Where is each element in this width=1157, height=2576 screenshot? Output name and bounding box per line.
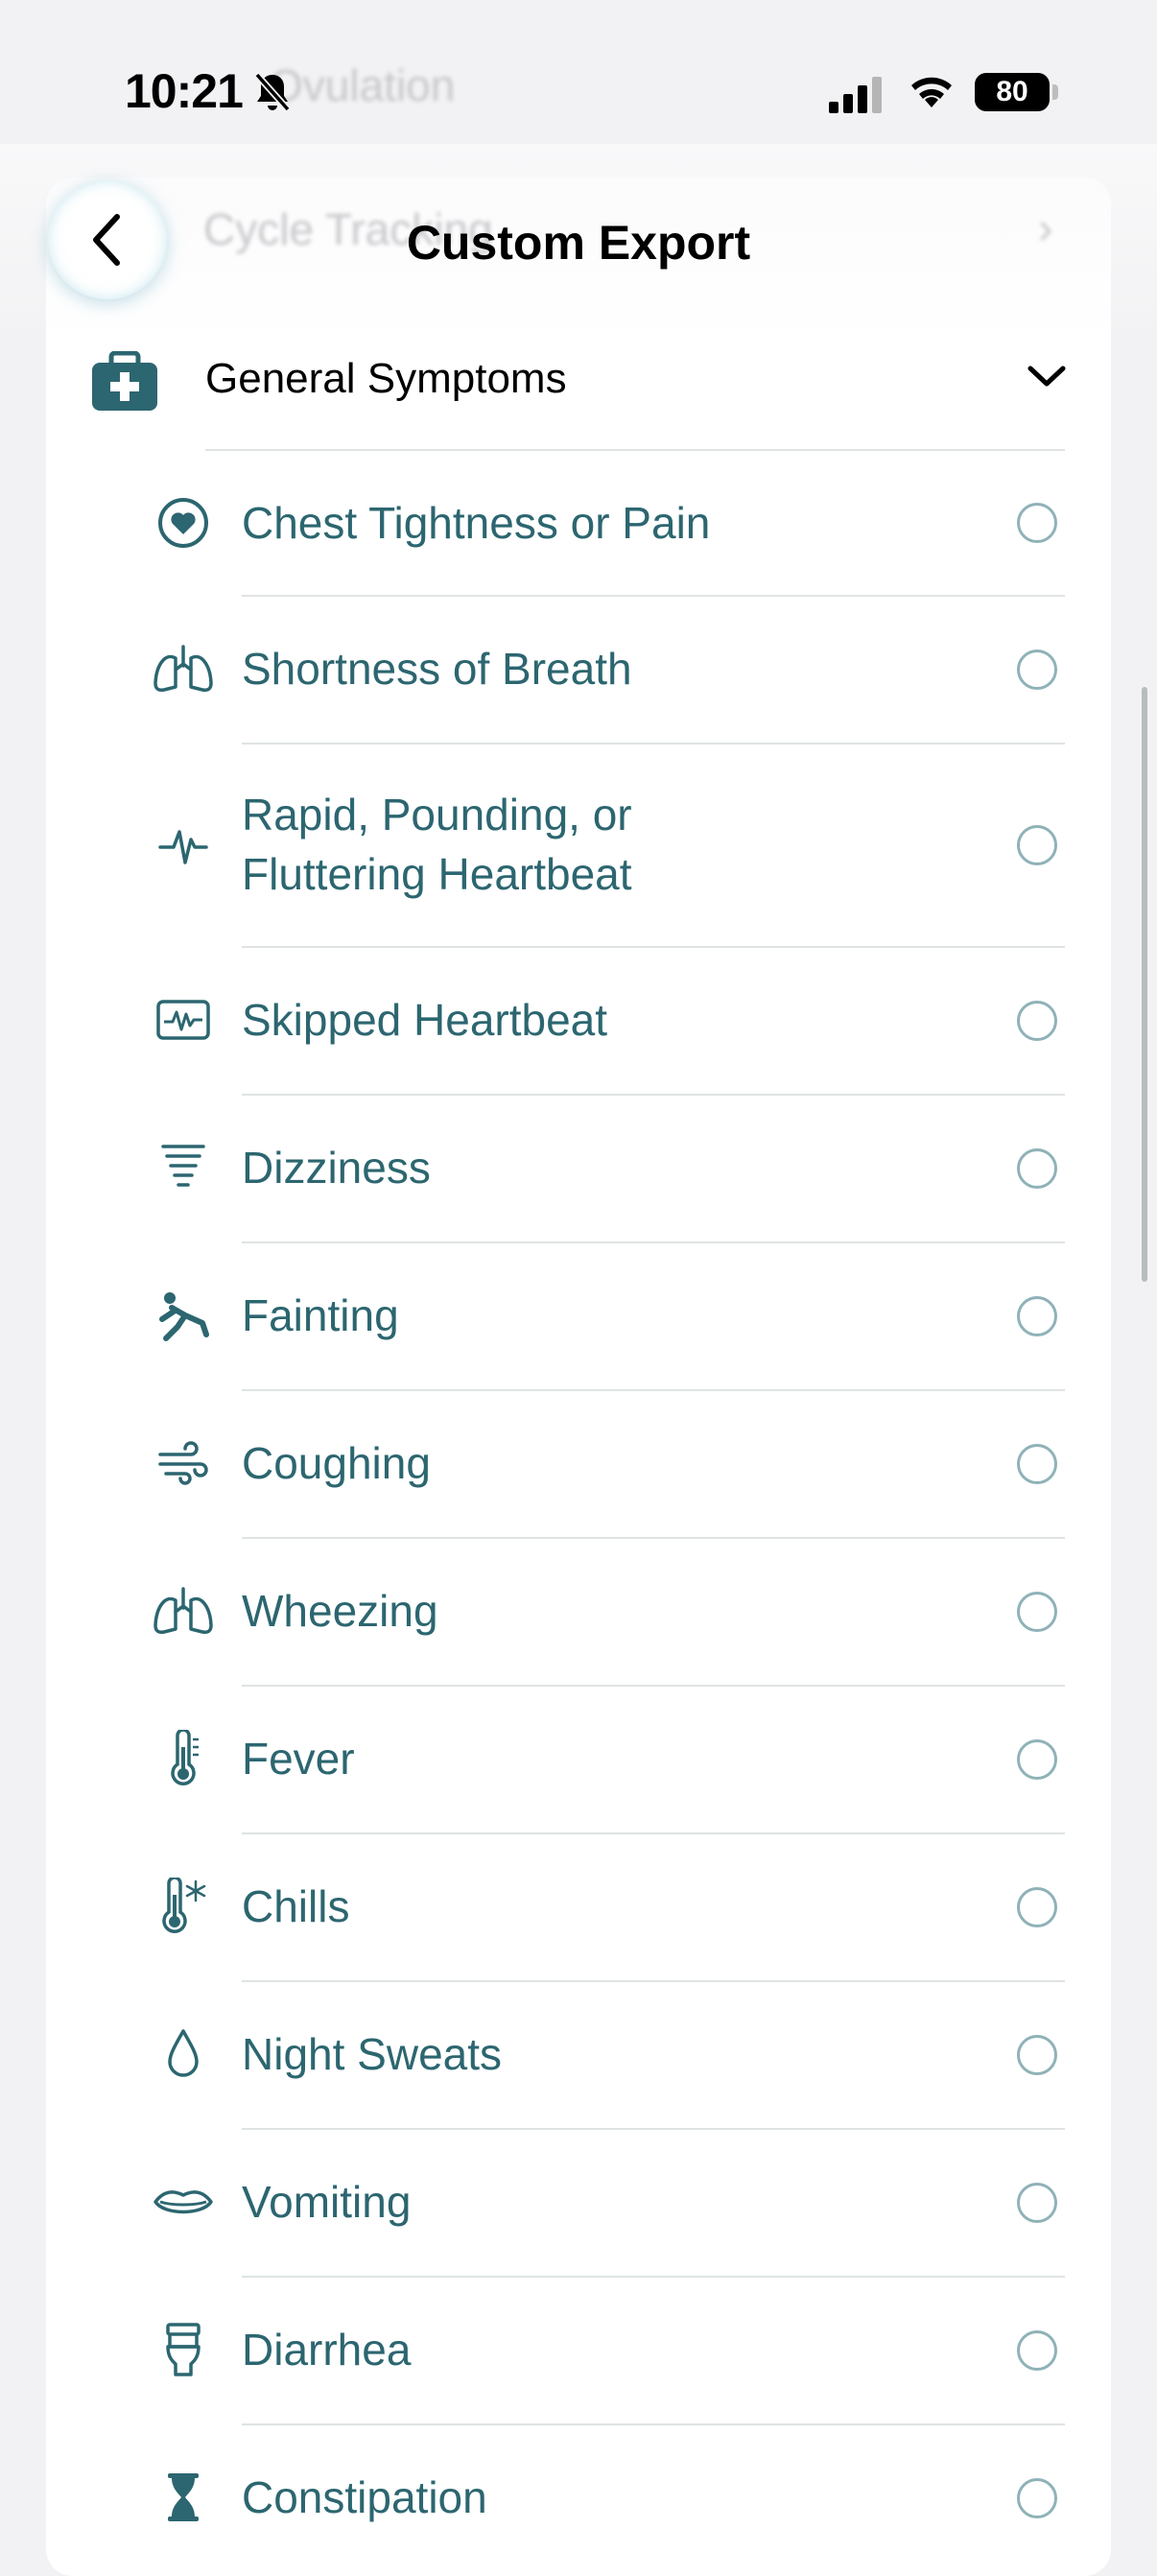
select-radio[interactable]: [1017, 503, 1057, 543]
page-title: Custom Export: [406, 216, 751, 270]
mouth-icon: [150, 2168, 217, 2235]
symptom-row-shortness-of-breath[interactable]: Shortness of Breath: [0, 597, 1157, 743]
select-radio[interactable]: [1017, 2478, 1057, 2518]
bell-slash-icon: [253, 71, 292, 118]
status-bar: Ovulation 10:21 80: [0, 0, 1157, 182]
wind-icon: [150, 1430, 217, 1497]
select-radio[interactable]: [1017, 2183, 1057, 2223]
symptom-row-diarrhea[interactable]: Diarrhea: [0, 2278, 1157, 2423]
symptom-label: Shortness of Breath: [242, 644, 632, 694]
background-row-ovulation: Ovulation: [269, 60, 456, 110]
heart-circle-icon: [150, 489, 217, 556]
medical-kit-icon: [90, 350, 159, 417]
select-radio[interactable]: [1017, 1296, 1057, 1336]
symptom-row-rapid-heartbeat[interactable]: Rapid, Pounding, or Fluttering Heartbeat: [0, 744, 1157, 946]
lungs-icon: [150, 1577, 217, 1644]
symptom-row-fainting[interactable]: Fainting: [0, 1243, 1157, 1389]
thermometer-snowflake-icon: [150, 1873, 217, 1940]
person-falling-icon: [150, 1282, 217, 1349]
symptom-row-chest-tightness[interactable]: Chest Tightness or Pain: [0, 451, 1157, 595]
symptom-label: Fainting: [242, 1290, 399, 1340]
symptom-row-vomiting[interactable]: Vomiting: [0, 2130, 1157, 2276]
symptom-label: Constipation: [242, 2472, 487, 2522]
symptom-label: Chills: [242, 1881, 350, 1931]
toilet-icon: [150, 2316, 217, 2383]
symptom-row-chills[interactable]: Chills: [0, 1834, 1157, 1980]
select-radio[interactable]: [1017, 1739, 1057, 1780]
select-radio[interactable]: [1017, 1592, 1057, 1632]
waveform-icon: [150, 812, 217, 879]
symptom-label: Night Sweats: [242, 2029, 503, 2079]
symptom-label: Coughing: [242, 1438, 431, 1488]
symptom-label: Rapid, Pounding, or: [242, 790, 632, 839]
cellular-signal-icon: [829, 77, 885, 118]
waveform-box-icon: [150, 986, 217, 1053]
symptom-label: Fever: [242, 1734, 355, 1784]
symptom-row-skipped-heartbeat[interactable]: Skipped Heartbeat: [0, 948, 1157, 1094]
symptom-row-coughing[interactable]: Coughing: [0, 1391, 1157, 1537]
select-radio[interactable]: [1017, 2035, 1057, 2075]
wifi-icon: [907, 71, 956, 114]
scrollbar[interactable]: [1142, 687, 1147, 1282]
symptom-label: Diarrhea: [242, 2325, 412, 2375]
symptom-label: Chest Tightness or Pain: [242, 498, 711, 548]
chevron-down-icon[interactable]: [1027, 363, 1067, 394]
lungs-icon: [150, 635, 217, 702]
select-radio[interactable]: [1017, 1887, 1057, 1927]
symptom-row-fever[interactable]: Fever: [0, 1687, 1157, 1832]
symptom-row-night-sweats[interactable]: Night Sweats: [0, 1982, 1157, 2128]
select-radio[interactable]: [1017, 825, 1057, 865]
symptom-row-wheezing[interactable]: Wheezing: [0, 1539, 1157, 1685]
symptom-row-constipation[interactable]: Constipation: [0, 2425, 1157, 2571]
symptom-label-line2: Fluttering Heartbeat: [242, 849, 632, 899]
select-radio[interactable]: [1017, 1001, 1057, 1041]
status-time: 10:21: [125, 64, 244, 118]
symptom-label: Vomiting: [242, 2177, 412, 2227]
section-general-symptoms[interactable]: General Symptoms: [46, 336, 1111, 451]
battery-level: 80: [975, 73, 1050, 111]
select-radio[interactable]: [1017, 1444, 1057, 1484]
drop-icon: [150, 2021, 217, 2088]
thermometer-icon: [150, 1725, 217, 1792]
select-radio[interactable]: [1017, 650, 1057, 690]
battery-cap: [1052, 84, 1058, 100]
tornado-icon: [150, 1134, 217, 1201]
symptom-label: Skipped Heartbeat: [242, 995, 608, 1045]
symptom-label: Wheezing: [242, 1586, 438, 1636]
symptom-row-dizziness[interactable]: Dizziness: [0, 1096, 1157, 1241]
select-radio[interactable]: [1017, 2330, 1057, 2371]
symptom-label: Dizziness: [242, 1143, 431, 1193]
hourglass-icon: [150, 2464, 217, 2531]
section-label: General Symptoms: [205, 355, 567, 402]
select-radio[interactable]: [1017, 1148, 1057, 1189]
